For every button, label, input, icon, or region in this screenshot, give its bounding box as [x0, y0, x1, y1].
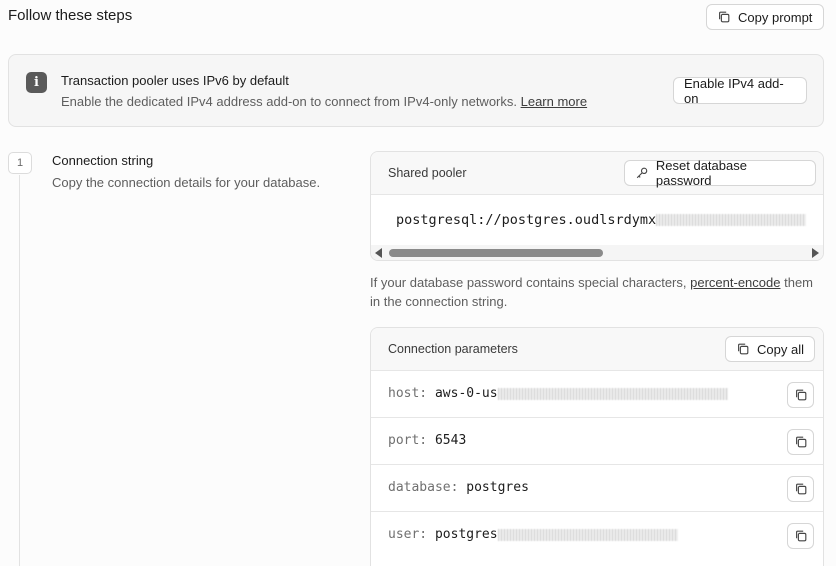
param-value: aws-0-us [434, 386, 498, 401]
step-number: 1 [8, 152, 32, 174]
param-key: user: [388, 527, 428, 542]
redacted-text [497, 387, 728, 400]
key-icon [636, 167, 648, 179]
param-row-port: port: 6543 [371, 418, 823, 465]
copy-icon [795, 530, 806, 542]
note-text-before: If your database password contains speci… [370, 275, 687, 290]
copy-prompt-button[interactable]: Copy prompt [706, 4, 824, 30]
param-value: 6543 [434, 433, 467, 448]
copy-icon [719, 11, 730, 23]
page-title: Follow these steps [8, 7, 133, 24]
banner-description-text: Enable the dedicated IPv4 address add-on… [61, 94, 517, 109]
copy-icon [795, 436, 806, 448]
enable-ipv4-addon-button[interactable]: Enable IPv4 add-on [673, 76, 807, 106]
redacted-text [497, 528, 678, 541]
connection-string-text: postgresql://postgres.oudlsrdymx [396, 212, 657, 228]
copy-icon [795, 483, 806, 495]
percent-encode-note: If your database password contains speci… [370, 273, 824, 311]
param-key: host: [388, 386, 428, 401]
reset-database-password-label: Reset database password [655, 158, 747, 188]
shared-pooler-header: Shared pooler Reset database password [371, 152, 823, 195]
param-key: database: [388, 480, 459, 495]
copy-port-button[interactable] [787, 429, 814, 455]
percent-encode-link[interactable]: percent-encode [690, 275, 780, 290]
param-value: postgres [466, 480, 529, 495]
param-row-database: database: postgres [371, 465, 823, 512]
scroll-right-arrow-icon[interactable] [812, 248, 819, 258]
param-row-host: host: aws-0-us [371, 371, 823, 418]
connection-string[interactable]: postgresql://postgres.oudlsrdymx [396, 212, 807, 228]
reset-database-password-button[interactable]: Reset database password [624, 158, 816, 188]
param-key: port: [388, 433, 428, 448]
learn-more-link[interactable]: Learn more [521, 94, 587, 109]
step-connector-line [19, 175, 20, 566]
horizontal-scrollbar[interactable] [371, 245, 823, 260]
copy-database-button[interactable] [787, 476, 814, 502]
copy-prompt-label: Copy prompt [738, 9, 813, 25]
connection-parameters-header: Connection parameters Copy all [371, 328, 823, 371]
redacted-text [656, 214, 807, 226]
copy-icon [795, 389, 806, 401]
param-value: postgres [434, 527, 498, 542]
copy-user-button[interactable] [787, 523, 814, 549]
banner-title: Transaction pooler uses IPv6 by default [61, 73, 289, 88]
scroll-left-arrow-icon[interactable] [375, 248, 382, 258]
info-icon: i [26, 72, 47, 93]
copy-all-button[interactable]: Copy all [725, 336, 815, 362]
copy-icon [738, 343, 749, 355]
shared-pooler-label: Shared pooler [388, 166, 467, 180]
connection-parameters-panel: Connection parameters Copy all host: aws… [370, 327, 824, 566]
param-row-user: user: postgres [371, 512, 823, 559]
banner-description: Enable the dedicated IPv4 address add-on… [61, 94, 587, 109]
step-title: Connection string [52, 153, 154, 168]
scrollbar-thumb[interactable] [389, 249, 603, 257]
step-description: Copy the connection details for your dat… [52, 175, 321, 190]
copy-host-button[interactable] [787, 382, 814, 408]
shared-pooler-panel: Shared pooler Reset database password po… [370, 151, 824, 261]
connection-parameters-label: Connection parameters [388, 342, 518, 356]
copy-all-label: Copy all [757, 341, 804, 357]
